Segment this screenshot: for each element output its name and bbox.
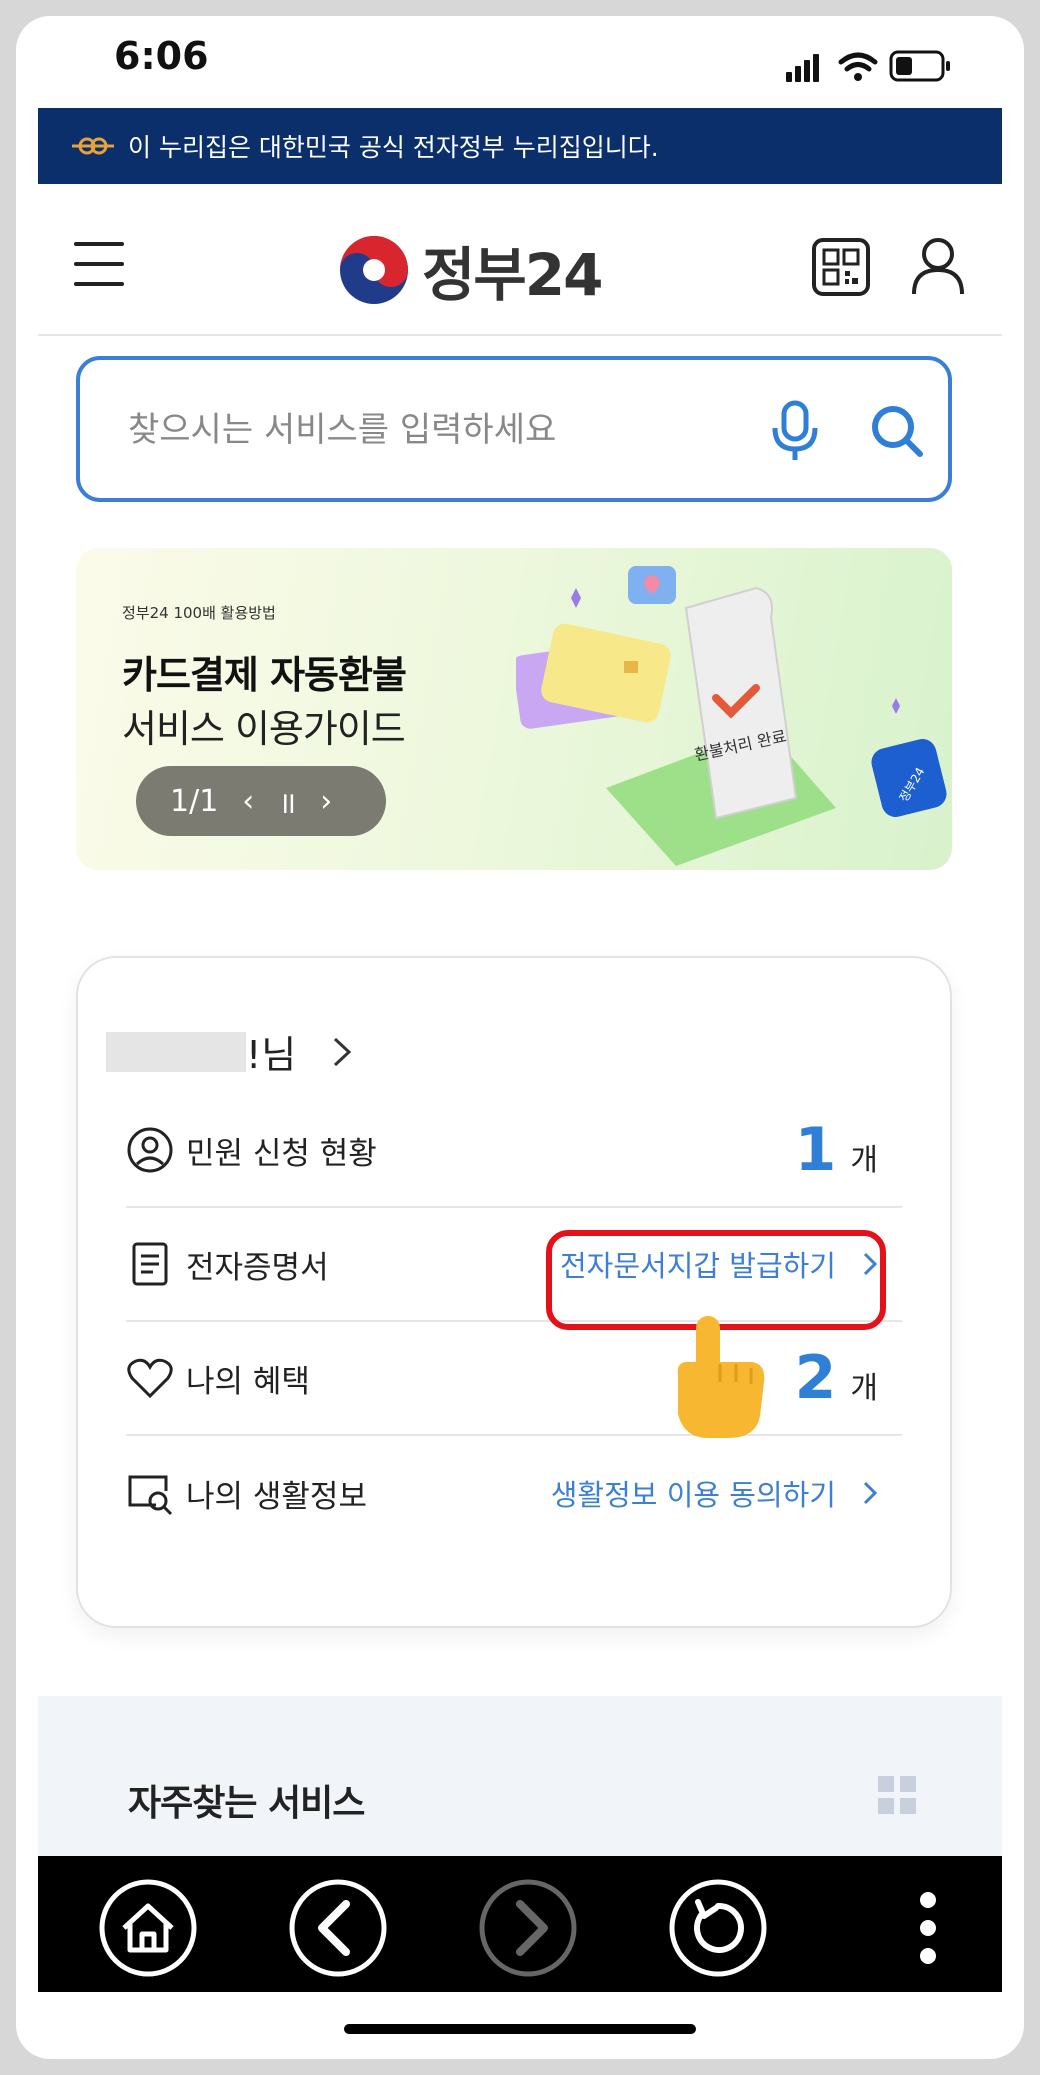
promo-pager: 1/1 ‹ ॥ › (136, 766, 386, 836)
row-my-benefits[interactable]: 나의 혜택 2 개 (126, 1322, 902, 1436)
battery-icon (889, 50, 950, 82)
logo-text: 정부24 (422, 241, 603, 309)
browser-toolbar (38, 1856, 1002, 1992)
taegeuk-logo-icon (340, 236, 408, 304)
row-label: 나의 혜택 (186, 1363, 310, 1400)
search-icon[interactable] (870, 404, 924, 458)
grid-view-icon[interactable] (878, 1776, 916, 1814)
chevron-right-icon (334, 1037, 352, 1066)
application-count: 1 (794, 1115, 837, 1185)
government-emblem-icon (72, 137, 114, 155)
search-box (76, 356, 952, 502)
gov-official-banner: 이 누리집은 대한민국 공식 전자정부 누리집입니다. (38, 108, 1002, 184)
back-icon[interactable] (288, 1878, 388, 1978)
promo-eyebrow: 정부24 100배 활용방법 (122, 604, 276, 622)
status-bar: 6:06 (16, 16, 1024, 108)
life-info-consent-link[interactable]: 생활정보 이용 동의하기 (551, 1472, 878, 1514)
pager-pause-icon[interactable]: ॥ (278, 781, 296, 822)
more-options-icon[interactable] (878, 1878, 978, 1978)
user-circle-icon (127, 1127, 173, 1173)
pointing-hand-icon (677, 1316, 765, 1438)
document-icon (132, 1242, 168, 1286)
row-life-info: 나의 생활정보 생활정보 이용 동의하기 (126, 1436, 902, 1550)
qr-code-icon[interactable] (812, 238, 870, 296)
life-info-consent-text: 생활정보 이용 동의하기 (550, 1478, 836, 1512)
forward-icon[interactable] (478, 1878, 578, 1978)
frequent-services-section: 자주찾는 서비스 (38, 1696, 1002, 1856)
chevron-right-icon (863, 1481, 878, 1505)
benefit-count: 2 (794, 1343, 837, 1413)
gov-banner-text: 이 누리집은 대한민국 공식 전자정부 누리집입니다. (128, 133, 659, 162)
row-label: 전자증명서 (186, 1249, 329, 1286)
frequent-services-title: 자주찾는 서비스 (128, 1783, 365, 1824)
count-unit: 개 (850, 1371, 878, 1406)
signal-icon (786, 54, 819, 82)
search-input[interactable] (128, 400, 728, 460)
phone-screen: 6:06 이 누리집은 대한민국 공식 전자정부 누리집입니다. 정부24 찾으… (16, 16, 1024, 2059)
row-application-status[interactable]: 민원 신청 현황 1 개 (126, 1094, 902, 1208)
pager-count: 1/1 (170, 783, 219, 819)
app-header: 정부24 (38, 184, 1002, 336)
promo-banner[interactable]: 정부24 100배 활용방법 카드결제 자동환불 서비스 이용가이드 1/1 ‹… (76, 548, 952, 870)
count-unit: 개 (850, 1143, 878, 1178)
refresh-icon[interactable] (668, 1878, 768, 1978)
status-time: 6:06 (114, 34, 209, 78)
hamburger-menu-icon[interactable] (74, 242, 124, 286)
refund-illustration: 환불처리 완료 정부24 (516, 566, 947, 866)
search-document-icon (128, 1475, 173, 1516)
pager-prev-icon[interactable]: ‹ (242, 784, 254, 819)
pager-next-icon[interactable]: › (320, 784, 332, 819)
microphone-icon[interactable] (770, 400, 820, 462)
user-name-suffix: !님 (246, 1033, 297, 1077)
row-label: 나의 생활정보 (186, 1478, 367, 1515)
user-name-link[interactable]: !님 (106, 1024, 352, 1079)
promo-subtitle: 서비스 이용가이드 (122, 707, 406, 751)
masked-user-name (106, 1031, 246, 1072)
home-icon[interactable] (98, 1878, 198, 1978)
user-profile-icon[interactable] (910, 236, 966, 296)
status-icons (786, 50, 950, 82)
wifi-icon (838, 52, 878, 81)
home-indicator[interactable] (344, 2024, 696, 2034)
row-label: 민원 신청 현황 (186, 1135, 377, 1172)
heart-icon (127, 1358, 173, 1399)
gov24-logo[interactable]: 정부24 (338, 228, 603, 312)
promo-title: 카드결제 자동환불 (122, 653, 407, 697)
